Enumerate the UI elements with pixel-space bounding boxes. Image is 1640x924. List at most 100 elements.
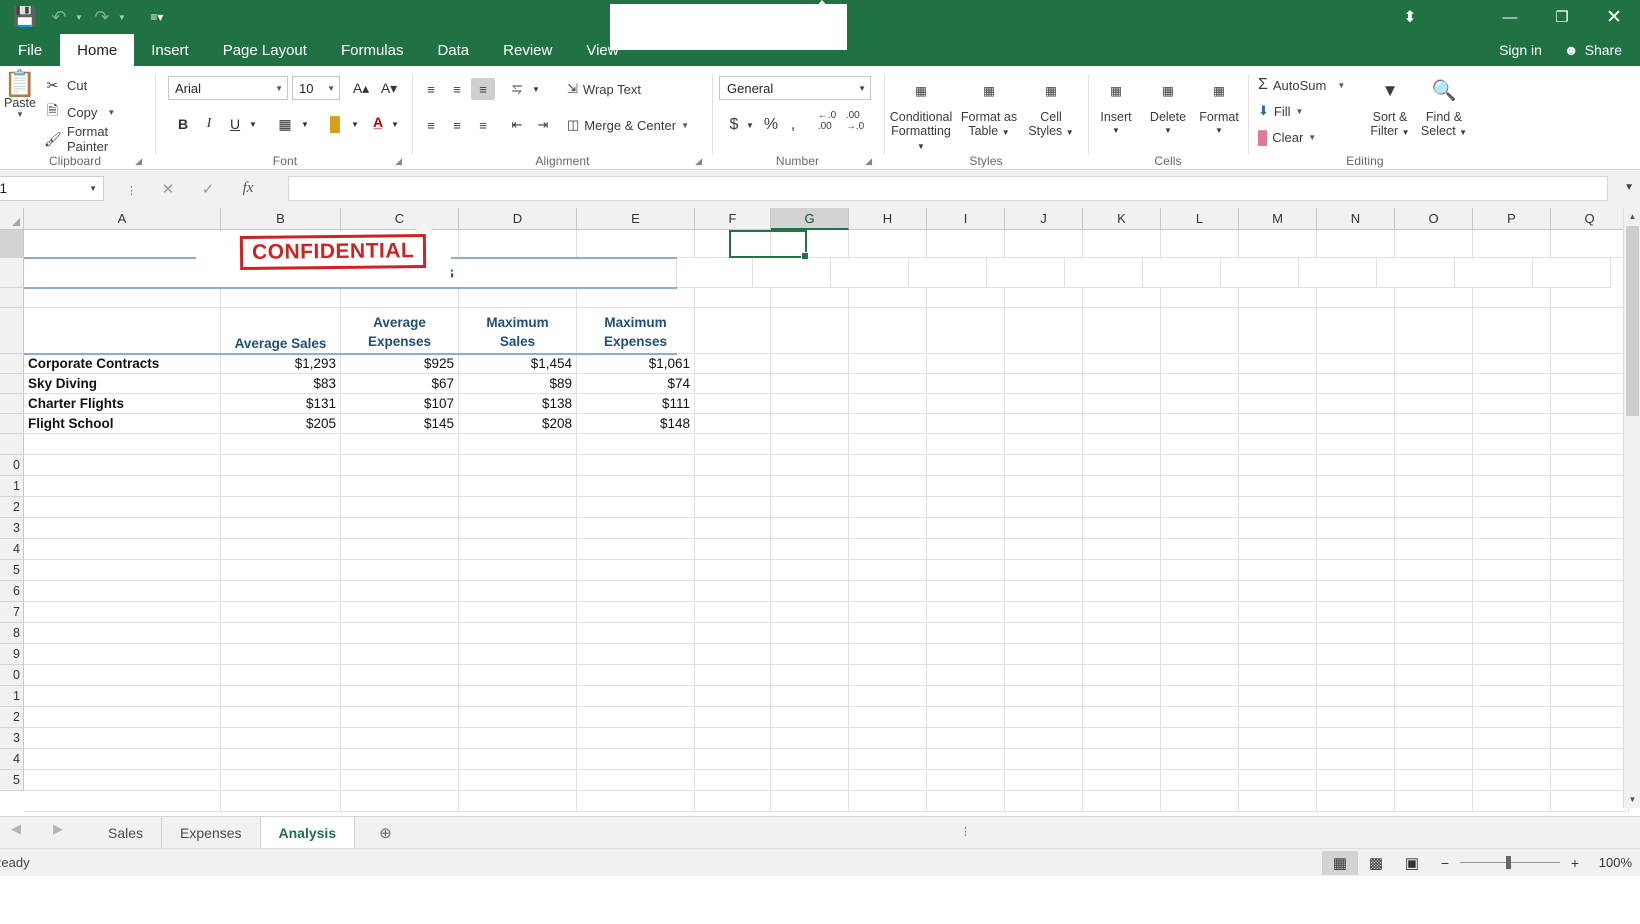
cell-blank[interactable] — [695, 518, 771, 539]
cell-L1[interactable] — [1161, 230, 1239, 258]
cell-blank[interactable] — [771, 623, 849, 644]
cell-blank[interactable] — [1161, 518, 1239, 539]
percent-style-icon[interactable]: % — [761, 114, 781, 136]
cell-blank[interactable] — [577, 476, 695, 497]
cell-blank[interactable] — [459, 455, 577, 476]
cell-blank[interactable] — [24, 455, 221, 476]
cell-blank[interactable] — [1317, 560, 1395, 581]
page-break-preview-icon[interactable]: ▣ — [1394, 851, 1430, 875]
cell-B5[interactable]: $1,293 — [221, 354, 341, 374]
cell-blank[interactable] — [459, 749, 577, 770]
zoom-level-label[interactable]: 100% — [1599, 855, 1632, 870]
cell-M5[interactable] — [1239, 354, 1317, 374]
cell-blank[interactable] — [1317, 665, 1395, 686]
cell-B7[interactable]: $131 — [221, 394, 341, 414]
chevron-down-icon[interactable]: ▼ — [1066, 128, 1074, 137]
next-sheet-icon[interactable]: ▶ — [48, 821, 68, 837]
cell-blank[interactable] — [849, 560, 927, 581]
cell-blank[interactable] — [1317, 539, 1395, 560]
cell-D5[interactable]: $1,454 — [459, 354, 577, 374]
cell-blank[interactable] — [459, 770, 577, 791]
number-dialog-launcher[interactable]: ◢ — [865, 156, 872, 167]
cell-blank[interactable] — [24, 770, 221, 791]
cell-F8[interactable] — [695, 414, 771, 434]
cell-blank[interactable] — [221, 581, 341, 602]
chevron-down-icon[interactable]: ▼ — [1142, 124, 1194, 138]
clear-dropdown-icon[interactable]: ▼ — [1308, 133, 1316, 142]
cell-blank[interactable] — [459, 560, 577, 581]
cell-blank[interactable] — [771, 644, 849, 665]
cell-blank[interactable] — [927, 644, 1005, 665]
cell-G2[interactable] — [753, 258, 831, 288]
cell-blank[interactable] — [577, 518, 695, 539]
expand-formula-bar-icon[interactable]: ▼ — [1624, 182, 1634, 193]
cell-D1[interactable] — [459, 230, 577, 258]
cell-blank[interactable] — [1395, 728, 1473, 749]
decrease-decimal-icon[interactable]: .00 →.0 — [843, 110, 867, 132]
row-header-22[interactable]: 2 — [0, 707, 24, 728]
header-average-expenses[interactable]: Average Expenses — [341, 308, 459, 354]
cell-F1[interactable] — [695, 230, 771, 258]
cell-blank[interactable] — [341, 791, 459, 812]
cell-P1[interactable] — [1473, 230, 1551, 258]
cell-blank[interactable] — [1083, 476, 1161, 497]
decrease-font-size-icon[interactable]: A▾ — [376, 76, 402, 100]
cell-K2[interactable] — [1065, 258, 1143, 288]
wrap-text-button[interactable]: ⇲ Wrap Text — [567, 78, 641, 100]
column-header-G[interactable]: G — [771, 208, 849, 230]
cell-blank[interactable] — [341, 644, 459, 665]
cell-blank[interactable] — [577, 749, 695, 770]
cell-blank[interactable] — [1395, 623, 1473, 644]
cell-blank[interactable] — [459, 791, 577, 812]
cell-blank[interactable] — [1083, 518, 1161, 539]
cell-blank[interactable] — [459, 644, 577, 665]
cell-blank[interactable] — [1551, 770, 1629, 791]
cell-I1[interactable] — [927, 230, 1005, 258]
tab-file[interactable]: File — [0, 34, 60, 66]
cell-blank[interactable] — [1395, 455, 1473, 476]
cell-blank[interactable] — [927, 791, 1005, 812]
column-header-Q[interactable]: Q — [1551, 208, 1629, 230]
format-painter-button[interactable]: 🖌 Format Painter — [44, 124, 150, 154]
cell-blank[interactable] — [221, 791, 341, 812]
cell-G3[interactable] — [771, 288, 849, 308]
cell-C3[interactable] — [341, 288, 459, 308]
cell-C6[interactable]: $67 — [341, 374, 459, 394]
cell-blank[interactable] — [1551, 518, 1629, 539]
row-label-corporate-contracts[interactable]: Corporate Contracts — [24, 354, 221, 374]
cell-H4[interactable] — [849, 308, 927, 354]
cell-blank[interactable] — [1473, 623, 1551, 644]
cell-H8[interactable] — [849, 414, 927, 434]
cell-blank[interactable] — [1083, 707, 1161, 728]
cell-blank[interactable] — [1473, 539, 1551, 560]
cell-blank[interactable] — [1161, 434, 1239, 455]
scroll-down-icon[interactable]: ▼ — [1624, 791, 1640, 808]
cell-Q2[interactable] — [1533, 258, 1611, 288]
cell-blank[interactable] — [221, 644, 341, 665]
cell-blank[interactable] — [1083, 644, 1161, 665]
cell-blank[interactable] — [1083, 686, 1161, 707]
cell-Q5[interactable] — [1551, 354, 1629, 374]
cell-blank[interactable] — [1473, 665, 1551, 686]
orientation-dropdown-icon[interactable]: ▼ — [529, 78, 543, 100]
cell-blank[interactable] — [459, 602, 577, 623]
cell-K1[interactable] — [1083, 230, 1161, 258]
cell-blank[interactable] — [1161, 623, 1239, 644]
font-color-dropdown-icon[interactable]: ▼ — [388, 112, 402, 136]
cell-blank[interactable] — [1317, 581, 1395, 602]
cell-blank[interactable] — [1473, 518, 1551, 539]
row-header-25[interactable]: 5 — [0, 770, 24, 791]
cell-blank[interactable] — [1005, 749, 1083, 770]
cell-blank[interactable] — [1317, 518, 1395, 539]
cell-blank[interactable] — [695, 623, 771, 644]
cell-Q6[interactable] — [1551, 374, 1629, 394]
comma-style-icon[interactable]: , — [783, 114, 803, 136]
cell-blank[interactable] — [577, 623, 695, 644]
cell-blank[interactable] — [927, 497, 1005, 518]
cell-blank[interactable] — [24, 728, 221, 749]
cell-blank[interactable] — [849, 434, 927, 455]
cell-N8[interactable] — [1317, 414, 1395, 434]
cell-M7[interactable] — [1239, 394, 1317, 414]
row-header-8[interactable] — [0, 414, 24, 434]
cell-blank[interactable] — [1083, 602, 1161, 623]
